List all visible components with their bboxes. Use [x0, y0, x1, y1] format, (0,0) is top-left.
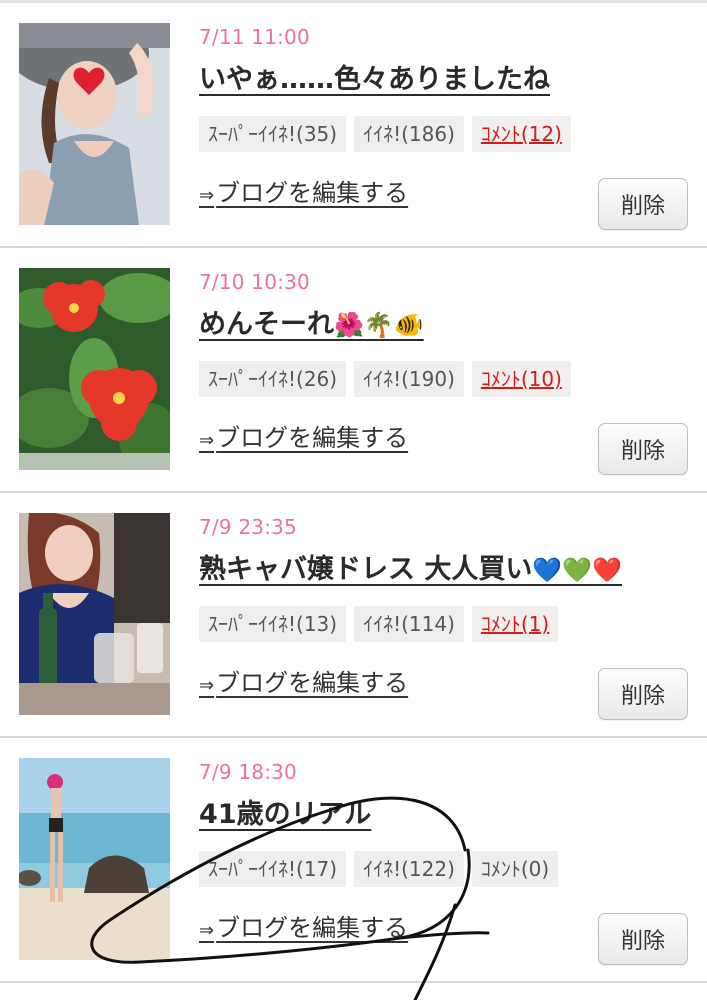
like-badge[interactable]: ｲｲﾈ!(186): [354, 116, 464, 152]
post-thumbnail[interactable]: [19, 513, 170, 715]
woman-with-drinks-photo-icon: [19, 513, 170, 715]
super-like-badge[interactable]: ｽｰﾊﾟｰｲｲﾈ!(26): [199, 361, 347, 397]
edit-blog-link[interactable]: ⇒ブログを編集する: [199, 663, 408, 698]
comment-badge[interactable]: ｺﾒﾝﾄ(10): [471, 361, 571, 397]
post-thumbnail[interactable]: [19, 23, 170, 225]
like-badge[interactable]: ｲｲﾈ!(114): [354, 606, 464, 642]
edit-blog-link[interactable]: ⇒ブログを編集する: [199, 418, 408, 453]
edit-blog-link[interactable]: ⇒ブログを編集する: [199, 908, 408, 943]
post-list: 7/11 11:00 いやぁ……色々ありましたね ｽｰﾊﾟｰｲｲﾈ!(35) ｲ…: [0, 3, 707, 983]
right-arrow-icon: ⇒: [199, 430, 215, 451]
post-item: 7/11 11:00 いやぁ……色々ありましたね ｽｰﾊﾟｰｲｲﾈ!(35) ｲ…: [0, 3, 707, 248]
post-title-link[interactable]: いやぁ……色々ありましたね: [199, 57, 550, 96]
like-badge[interactable]: ｲｲﾈ!(122): [354, 851, 464, 887]
post-reaction-badges: ｽｰﾊﾟｰｲｲﾈ!(13) ｲｲﾈ!(114) ｺﾒﾝﾄ(1): [199, 606, 559, 642]
delete-button[interactable]: 削除: [598, 178, 688, 230]
post-thumbnail[interactable]: [19, 758, 170, 960]
right-arrow-icon: ⇒: [199, 185, 215, 206]
post-date: 7/11 11:00: [199, 25, 310, 49]
like-badge[interactable]: ｲｲﾈ!(190): [354, 361, 464, 397]
super-like-badge[interactable]: ｽｰﾊﾟｰｲｲﾈ!(17): [199, 851, 347, 887]
post-item: 7/10 10:30 めんそーれ🌺🌴🐠 ｽｰﾊﾟｰｲｲﾈ!(26) ｲｲﾈ!(1…: [0, 248, 707, 493]
post-title-link[interactable]: めんそーれ🌺🌴🐠: [199, 302, 424, 341]
post-date: 7/9 23:35: [199, 515, 297, 539]
right-arrow-icon: ⇒: [199, 675, 215, 696]
hibiscus-photo-icon: [19, 268, 170, 470]
edit-blog-link[interactable]: ⇒ブログを編集する: [199, 173, 408, 208]
right-arrow-icon: ⇒: [199, 920, 215, 941]
post-item: 7/9 23:35 熟キャバ嬢ドレス 大人買い💙💚❤️ ｽｰﾊﾟｰｲｲﾈ!(13…: [0, 493, 707, 738]
comment-badge[interactable]: ｺﾒﾝﾄ(0): [471, 851, 559, 887]
post-reaction-badges: ｽｰﾊﾟｰｲｲﾈ!(26) ｲｲﾈ!(190) ｺﾒﾝﾄ(10): [199, 361, 571, 397]
post-reaction-badges: ｽｰﾊﾟｰｲｲﾈ!(35) ｲｲﾈ!(186) ｺﾒﾝﾄ(12): [199, 116, 571, 152]
blog-post-list-page: 7/11 11:00 いやぁ……色々ありましたね ｽｰﾊﾟｰｲｲﾈ!(35) ｲ…: [0, 0, 707, 1000]
post-title-link[interactable]: 41歳のリアル: [199, 792, 371, 831]
post-item: 7/9 18:30 41歳のリアル ｽｰﾊﾟｰｲｲﾈ!(17) ｲｲﾈ!(122…: [0, 738, 707, 983]
comment-badge[interactable]: ｺﾒﾝﾄ(12): [471, 116, 571, 152]
woman-with-hat-photo-icon: [19, 23, 170, 225]
post-date: 7/9 18:30: [199, 760, 297, 784]
post-title-link[interactable]: 熟キャバ嬢ドレス 大人買い💙💚❤️: [199, 547, 622, 586]
post-thumbnail[interactable]: [19, 268, 170, 470]
post-reaction-badges: ｽｰﾊﾟｰｲｲﾈ!(17) ｲｲﾈ!(122) ｺﾒﾝﾄ(0): [199, 851, 559, 887]
comment-badge[interactable]: ｺﾒﾝﾄ(1): [471, 606, 559, 642]
delete-button[interactable]: 削除: [598, 913, 688, 965]
post-date: 7/10 10:30: [199, 270, 310, 294]
delete-button[interactable]: 削除: [598, 668, 688, 720]
super-like-badge[interactable]: ｽｰﾊﾟｰｲｲﾈ!(35): [199, 116, 347, 152]
beach-photo-icon: [19, 758, 170, 960]
delete-button[interactable]: 削除: [598, 423, 688, 475]
super-like-badge[interactable]: ｽｰﾊﾟｰｲｲﾈ!(13): [199, 606, 347, 642]
